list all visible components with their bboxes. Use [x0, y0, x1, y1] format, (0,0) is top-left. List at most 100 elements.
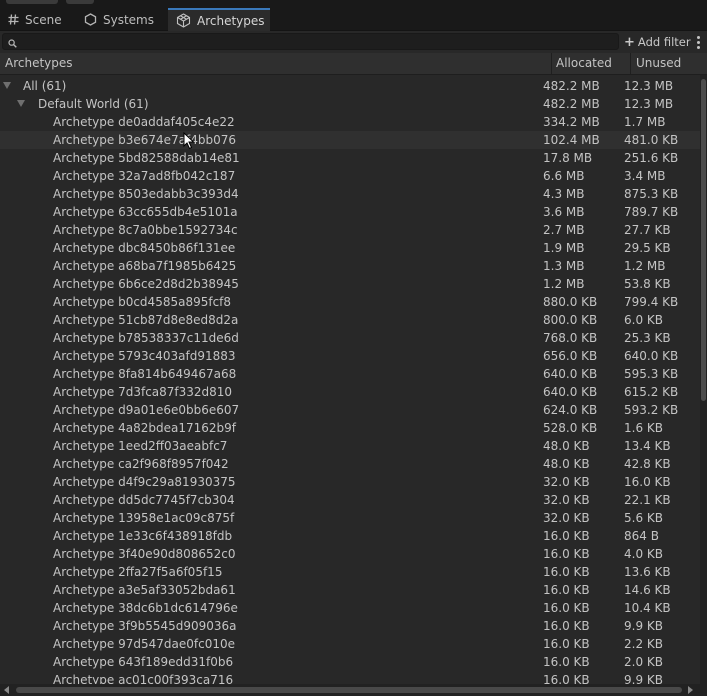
archetype-row[interactable]: Archetype b78538337c11de6d 768.0 KB 25.3 K… [0, 329, 700, 347]
archetype-name: Archetype dd5dc7745f7cb304 [53, 493, 235, 507]
allocated-value: 482.2 MB [543, 97, 600, 111]
scroll-right-arrow-icon[interactable] [688, 686, 693, 694]
archetype-row[interactable]: Archetype 7d3fca87f332d810 640.0 KB 615.2 … [0, 383, 700, 401]
allocated-value: 48.0 KB [543, 439, 590, 453]
unused-value: 9.9 KB [624, 673, 663, 684]
archetype-name: Archetype 97d547dae0fc010e [53, 637, 235, 651]
archetype-row[interactable]: Archetype dbc8450b86f131ee 1.9 MB 29.5 KB [0, 239, 700, 257]
archetype-row[interactable]: Archetype 8c7a0bbe1592734c 2.7 MB 27.7 KB [0, 221, 700, 239]
tab-archetypes[interactable]: Archetypes [168, 8, 270, 31]
column-header-archetypes[interactable]: Archetypes [5, 53, 73, 74]
archetype-row[interactable]: Archetype 63cc655db4e5101a 3.6 MB 789.7 KB [0, 203, 700, 221]
archetype-row[interactable]: Archetype 643f189edd31f0b6 16.0 KB 2.0 KB [0, 653, 700, 671]
archetype-row[interactable]: Archetype 6b6ce2d8d2b38945 1.2 MB 53.8 KB [0, 275, 700, 293]
archetype-row[interactable]: Archetype 8fa814b649467a68 640.0 KB 595.3 … [0, 365, 700, 383]
allocated-value: 528.0 KB [543, 421, 598, 435]
archetype-row[interactable]: Archetype ca2f968f8957f042 48.0 KB 42.8 KB [0, 455, 700, 473]
scroll-left-arrow-icon[interactable] [4, 686, 9, 694]
add-filter-button[interactable]: + Add filter [624, 34, 691, 50]
search-input[interactable] [21, 34, 611, 49]
allocated-value: 1.9 MB [543, 241, 585, 255]
unused-value: 251.6 KB [624, 151, 679, 165]
plus-icon: + [624, 34, 635, 50]
archetype-row[interactable]: Archetype 13958e1ac09c875f 32.0 KB 5.6 KB [0, 509, 700, 527]
archetype-row[interactable]: Archetype ac01c00f393ca716 16.0 KB 9.9 KB [0, 671, 700, 684]
archetype-row[interactable]: Archetype 38dc6b1dc614796e 16.0 KB 10.4 KB [0, 599, 700, 617]
archetype-name: Archetype 8c7a0bbe1592734c [53, 223, 238, 237]
allocated-value: 1.2 MB [543, 277, 585, 291]
archetype-row[interactable]: Archetype b0cd4585a895fcf8 880.0 KB 799.4 … [0, 293, 700, 311]
scrollbar-thumb[interactable] [701, 79, 706, 401]
column-header-allocated[interactable]: Allocated [556, 53, 612, 74]
column-divider[interactable] [551, 53, 552, 74]
allocated-value: 768.0 KB [543, 331, 598, 345]
tab-label: Archetypes [197, 13, 265, 28]
archetype-name: Archetype b3e674e7af4bb076 [53, 133, 236, 147]
archetype-row[interactable]: Archetype d9a01e6e0bb6e607 624.0 KB 593.2 … [0, 401, 700, 419]
more-options-icon[interactable] [696, 36, 700, 49]
archetype-row[interactable]: Archetype dd5dc7745f7cb304 32.0 KB 22.1 KB [0, 491, 700, 509]
archetype-row[interactable]: Archetype d4f9c29a81930375 32.0 KB 16.0 KB [0, 473, 700, 491]
unused-value: 12.3 MB [624, 79, 674, 93]
mouse-cursor-icon [183, 131, 195, 153]
archetype-row[interactable]: Archetype a3e5af33052bda61 16.0 KB 14.6 KB [0, 581, 700, 599]
archetype-name: Archetype a3e5af33052bda61 [53, 583, 236, 597]
column-header-unused[interactable]: Unused [636, 53, 681, 74]
unused-value: 9.9 KB [624, 619, 663, 633]
archetype-row[interactable]: Archetype 3f40e90d808652c0 16.0 KB 4.0 KB [0, 545, 700, 563]
archetype-cube-icon [176, 13, 191, 28]
archetype-row[interactable]: Archetype b3e674e7af4bb076 102.4 MB 481.0 … [0, 131, 700, 149]
archetype-tree: All (61) 482.2 MB 12.3 MB Default World … [0, 77, 700, 684]
archetype-row[interactable]: Archetype 1eed2ff03aeabfc7 48.0 KB 13.4 KB [0, 437, 700, 455]
allocated-value: 656.0 KB [543, 349, 598, 363]
allocated-value: 6.6 MB [543, 169, 585, 183]
column-divider[interactable] [630, 53, 631, 74]
archetype-row[interactable]: Archetype 5793c403afd91883 656.0 KB 640.0 … [0, 347, 700, 365]
archetype-row[interactable]: Archetype 8503edabb3c393d4 4.3 MB 875.3 KB [0, 185, 700, 203]
archetype-row[interactable]: Archetype 5bd82588dab14e81 17.8 MB 251.6 K… [0, 149, 700, 167]
unused-value: 2.0 KB [624, 655, 663, 669]
unused-value: 22.1 KB [624, 493, 671, 507]
archetype-name: Archetype 643f189edd31f0b6 [53, 655, 234, 669]
unused-value: 1.6 KB [624, 421, 663, 435]
tab-bar: Scene Systems Archetypes [0, 6, 707, 31]
archetype-name: Archetype 3f40e90d808652c0 [53, 547, 236, 561]
expand-arrow-icon[interactable] [17, 100, 25, 107]
search-icon [8, 37, 17, 51]
archetype-row[interactable]: Archetype 1e33c6f438918fdb 16.0 KB 864 B [0, 527, 700, 545]
archetype-name: Archetype d9a01e6e0bb6e607 [53, 403, 240, 417]
archetype-row[interactable]: Archetype 4a82bdea17162b9f 528.0 KB 1.6 KB [0, 419, 700, 437]
allocated-value: 16.0 KB [543, 565, 590, 579]
allocated-value: 1.3 MB [543, 259, 585, 273]
unused-value: 1.7 MB [624, 115, 666, 129]
tab-systems[interactable]: Systems [76, 9, 162, 30]
unused-value: 53.8 KB [624, 277, 671, 291]
scrollbar-thumb[interactable] [16, 687, 682, 693]
archetype-row[interactable]: Archetype a68ba7f1985b6425 1.3 MB 1.2 MB [0, 257, 700, 275]
archetype-row[interactable]: Archetype 3f9b5545d909036a 16.0 KB 9.9 KB [0, 617, 700, 635]
vertical-scrollbar[interactable] [700, 75, 707, 684]
tree-row-all[interactable]: All (61) 482.2 MB 12.3 MB [0, 77, 700, 95]
row-label: Default World (61) [38, 97, 149, 111]
tab-label: Systems [103, 12, 154, 27]
archetype-row[interactable]: Archetype 32a7ad8fb042c187 6.6 MB 3.4 MB [0, 167, 700, 185]
expand-arrow-icon[interactable] [3, 82, 11, 89]
tree-row-world[interactable]: Default World (61) 482.2 MB 12.3 MB [0, 95, 700, 113]
toolbar-button-stub[interactable] [6, 0, 58, 4]
archetype-row[interactable]: Archetype 51cb87d8e8ed8d2a 800.0 KB 6.0 KB [0, 311, 700, 329]
horizontal-scrollbar[interactable] [0, 684, 707, 696]
allocated-value: 624.0 KB [543, 403, 598, 417]
hexagon-icon [84, 13, 97, 26]
archetype-name: Archetype 7d3fca87f332d810 [53, 385, 233, 399]
archetype-row[interactable]: Archetype de0addaf405c4e22 334.2 MB 1.7 MB [0, 113, 700, 131]
search-field[interactable] [2, 33, 619, 50]
archetype-row[interactable]: Archetype 2ffa27f5a6f05f15 16.0 KB 13.6 KB [0, 563, 700, 581]
unused-value: 3.4 MB [624, 169, 666, 183]
toolbar-button-stub[interactable] [66, 0, 94, 4]
tab-scene[interactable]: Scene [0, 9, 70, 30]
archetype-row[interactable]: Archetype 97d547dae0fc010e 16.0 KB 2.2 KB [0, 635, 700, 653]
archetype-name: Archetype 2ffa27f5a6f05f15 [53, 565, 223, 579]
tab-label: Scene [25, 12, 62, 27]
unused-value: 27.7 KB [624, 223, 671, 237]
unused-value: 29.5 KB [624, 241, 671, 255]
